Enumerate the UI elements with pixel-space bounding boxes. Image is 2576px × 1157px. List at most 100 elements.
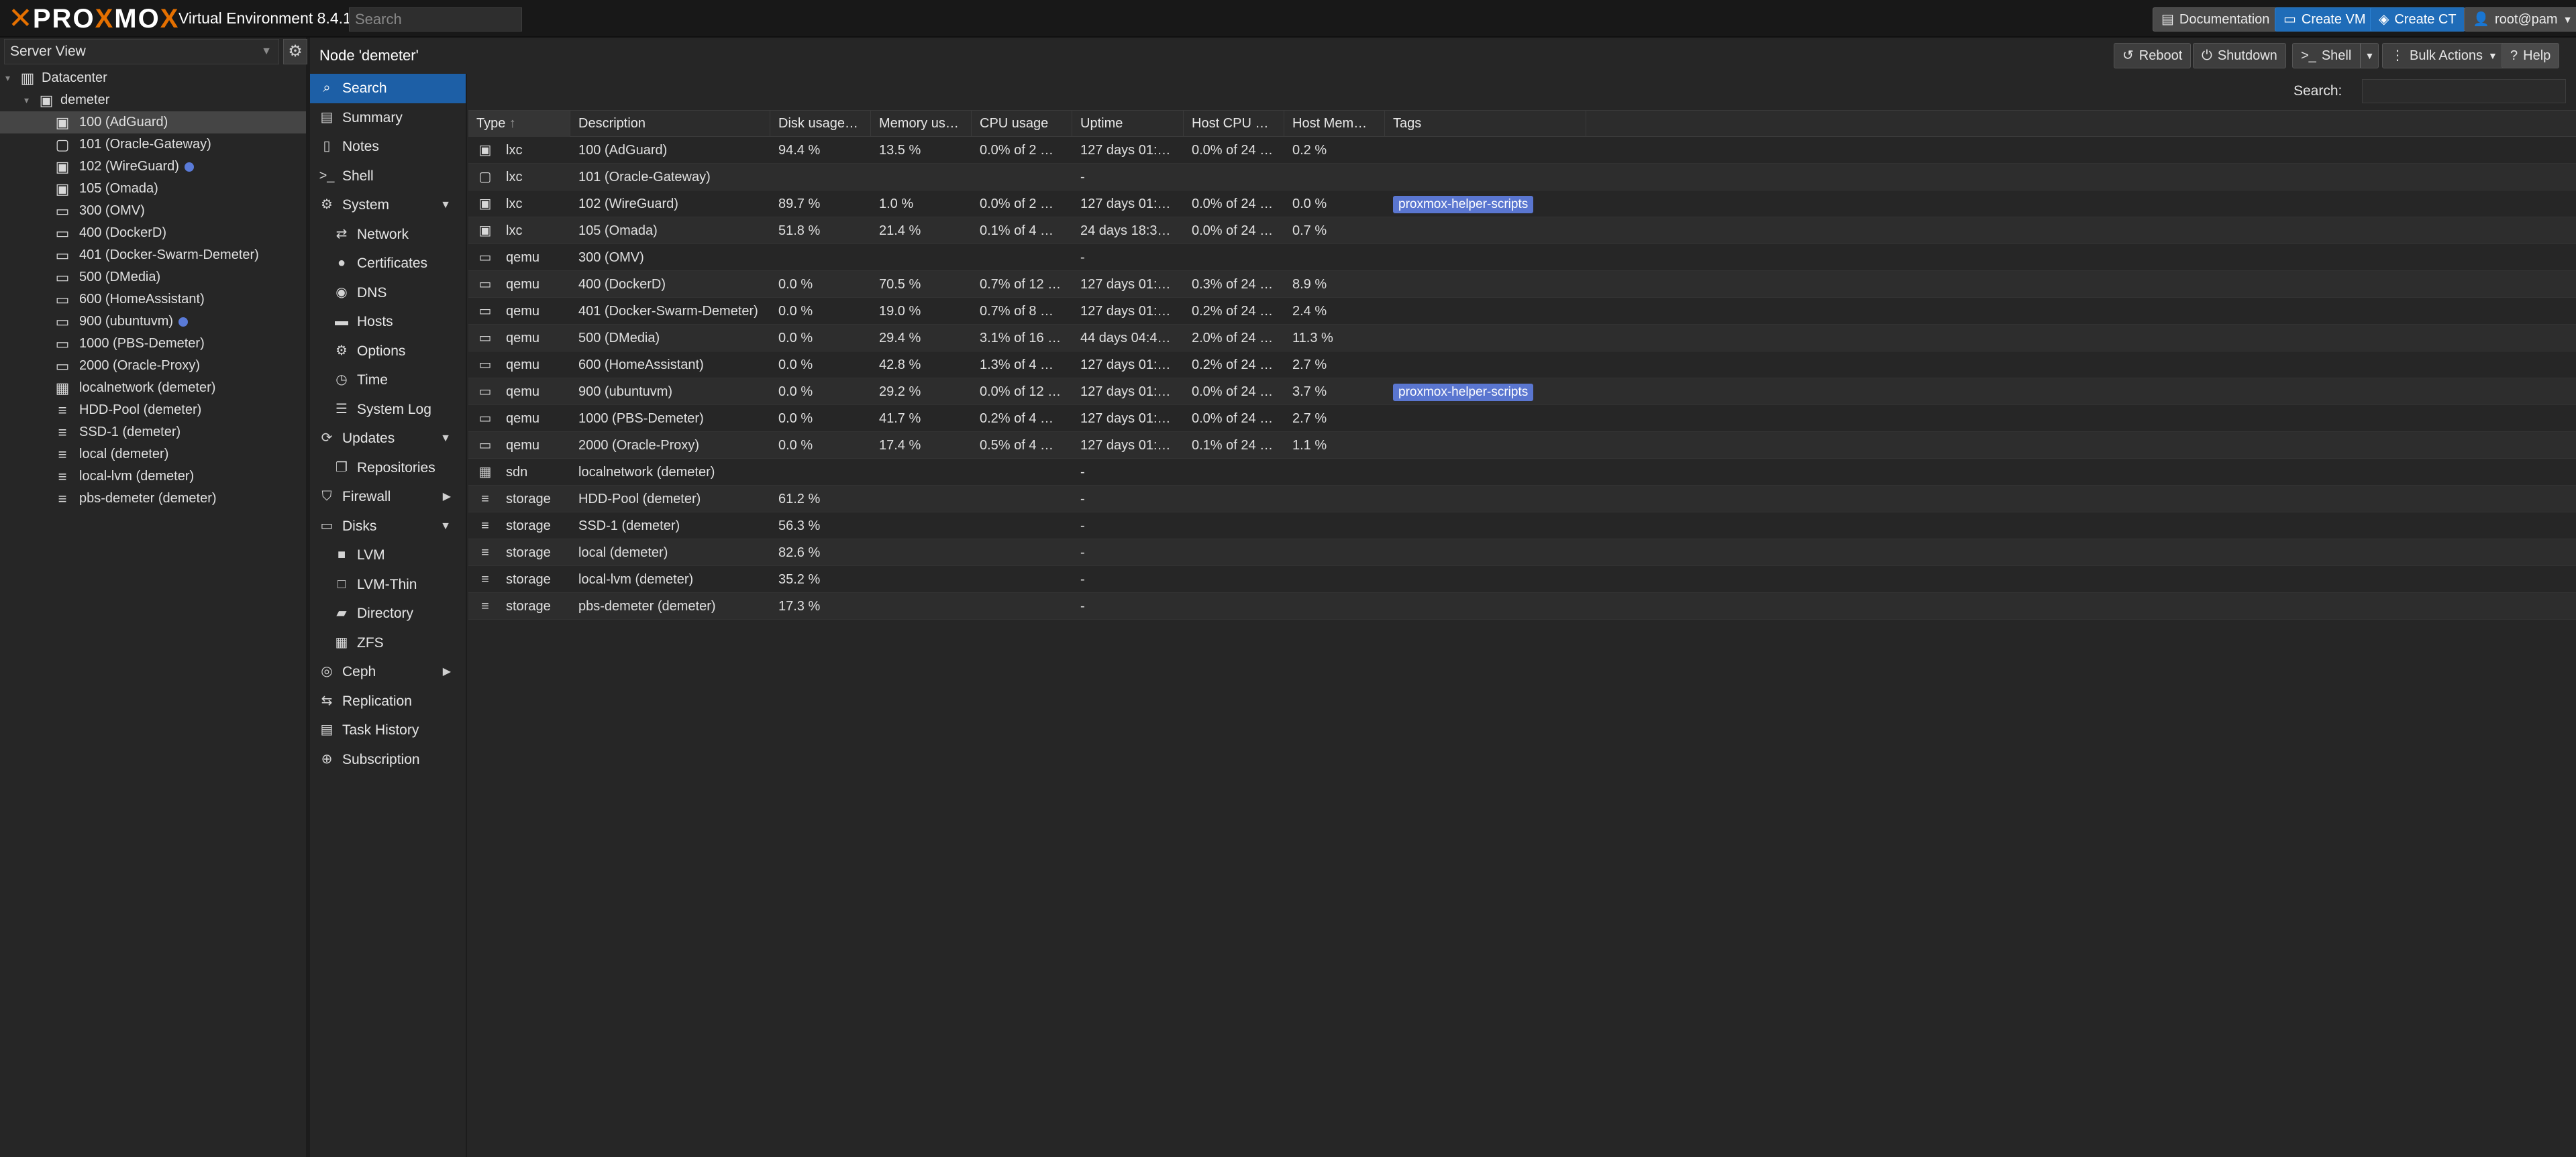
table-row[interactable]: ▭ qemu 400 (DockerD) 0.0 % 70.5 % 0.7% of 12 …: [468, 271, 2576, 298]
tree-item[interactable]: ≡ pbs-demeter (demeter): [0, 488, 306, 510]
help-button[interactable]: ? Help: [2502, 43, 2560, 68]
gear-icon[interactable]: ⚙: [283, 39, 307, 64]
tree-item[interactable]: ≡ SSD-1 (demeter): [0, 421, 306, 443]
table-row[interactable]: ▭ qemu 401 (Docker-Swarm-Demeter) 0.0 % 19.0…: [468, 298, 2576, 325]
table-row[interactable]: ≡ storage local (demeter) 82.6 % -: [468, 539, 2576, 566]
chevron-down-icon[interactable]: ▼: [2360, 44, 2374, 68]
table-row[interactable]: ▣ lxc 102 (WireGuard) 89.7 % 1.0 % 0.0% of 2 …: [468, 190, 2576, 217]
tree-item[interactable]: ▢ 101 (Oracle-Gateway): [0, 133, 306, 156]
nav-item-shell[interactable]: >_ Shell: [310, 162, 466, 191]
reboot-button[interactable]: ↺ Reboot: [2114, 43, 2192, 68]
table-row[interactable]: ≡ storage SSD-1 (demeter) 56.3 % -: [468, 512, 2576, 539]
tree-item[interactable]: ▣ 105 (Omada): [0, 178, 306, 200]
table-row[interactable]: ≡ storage HDD-Pool (demeter) 61.2 % -: [468, 486, 2576, 512]
nav-item-options[interactable]: ⚙ Options: [310, 337, 466, 366]
nav-item-zfs[interactable]: ▦ ZFS: [310, 628, 466, 658]
table-row[interactable]: ▭ qemu 1000 (PBS-Demeter) 0.0 % 41.7 % 0.2% o…: [468, 405, 2576, 432]
table-row[interactable]: ≡ storage pbs-demeter (demeter) 17.3 % -: [468, 593, 2576, 620]
tree-item[interactable]: ▣ 100 (AdGuard): [0, 111, 306, 133]
tree-item[interactable]: ▭ 401 (Docker-Swarm-Demeter): [0, 244, 306, 266]
nav-item-system-log[interactable]: ☰ System Log: [310, 395, 466, 425]
caret-down-icon[interactable]: ▼: [440, 424, 451, 453]
node-header: Node 'demeter' ↺ Reboot ⏻ Shutdown >_ Sh…: [310, 38, 2576, 74]
nav-item-disks[interactable]: ▭ Disks ▼: [310, 512, 466, 541]
create-ct-button[interactable]: ◈ Create CT: [2370, 7, 2465, 32]
column-header[interactable]: Disk usage…: [770, 111, 871, 137]
nav-item-task-history[interactable]: ▤ Task History: [310, 716, 466, 745]
create-vm-button[interactable]: ▭ Create VM: [2275, 7, 2375, 32]
nav-item-repositories[interactable]: ❐ Repositories: [310, 453, 466, 483]
nav-item-replication[interactable]: ⇆ Replication: [310, 687, 466, 716]
column-header[interactable]: Tags: [1385, 111, 1586, 137]
table-row[interactable]: ▭ qemu 2000 (Oracle-Proxy) 0.0 % 17.4 % 0.5% …: [468, 432, 2576, 459]
view-selector[interactable]: Server View ▼: [4, 39, 279, 64]
tree-item[interactable]: ≡ HDD-Pool (demeter): [0, 399, 306, 421]
tree-item[interactable]: ▭ 500 (DMedia): [0, 266, 306, 288]
nav-item-search[interactable]: ⌕ Search: [310, 74, 466, 103]
table-row[interactable]: ▣ lxc 105 (Omada) 51.8 % 21.4 % 0.1% of 4 … 24…: [468, 217, 2576, 244]
table-row[interactable]: ≡ storage local-lvm (demeter) 35.2 % -: [468, 566, 2576, 593]
proxmox-logo[interactable]: ✕ PROXMOX: [8, 4, 179, 34]
user-menu-button[interactable]: 👤 root@pam ▼: [2464, 7, 2576, 32]
documentation-button[interactable]: ▤ Documentation: [2153, 7, 2279, 32]
tree-item[interactable]: ▭ 600 (HomeAssistant): [0, 288, 306, 311]
tree-item[interactable]: ▭ 2000 (Oracle-Proxy): [0, 355, 306, 377]
tree-item[interactable]: ▦ localnetwork (demeter): [0, 377, 306, 399]
table-row[interactable]: ▭ qemu 600 (HomeAssistant) 0.0 % 42.8 % 1.3% …: [468, 351, 2576, 378]
tag-pill[interactable]: proxmox-helper-scripts: [1393, 383, 1534, 401]
chevron-down-icon[interactable]: ▾: [5, 67, 10, 89]
nav-item-firewall[interactable]: ⛉ Firewall ▶: [310, 482, 466, 512]
tree-item[interactable]: ▭ 1000 (PBS-Demeter): [0, 333, 306, 355]
column-header[interactable]: Memory us…: [871, 111, 972, 137]
column-header[interactable]: Description: [570, 111, 770, 137]
caret-down-icon[interactable]: ▼: [440, 512, 451, 541]
shell-button[interactable]: >_ Shell ▼: [2292, 43, 2379, 68]
nav-item-directory[interactable]: ▰ Directory: [310, 599, 466, 628]
nav-item-dns[interactable]: ◉ DNS: [310, 278, 466, 308]
nav-item-subscription[interactable]: ⊕ Subscription: [310, 745, 466, 775]
cell-type: ▭ qemu: [468, 325, 570, 351]
tree-item[interactable]: ▭ 300 (OMV): [0, 200, 306, 222]
bulk-actions-button[interactable]: ⋮ Bulk Actions ▼: [2382, 43, 2506, 68]
column-header[interactable]: Uptime: [1072, 111, 1184, 137]
nav-item-network[interactable]: ⇄ Network: [310, 220, 466, 250]
column-header[interactable]: Type ↑: [468, 111, 570, 137]
table-row[interactable]: ▣ lxc 100 (AdGuard) 94.4 % 13.5 % 0.0% of 2 ……: [468, 137, 2576, 164]
column-header[interactable]: Host CPU …: [1184, 111, 1284, 137]
cell-hcpu: 2.0% of 24 …: [1192, 331, 1274, 345]
cell-tag: [1385, 244, 1586, 271]
caret-down-icon[interactable]: ▼: [440, 190, 451, 220]
tree-item[interactable]: ▾ ▥ Datacenter: [0, 67, 306, 89]
chevron-down-icon[interactable]: ▾: [24, 89, 29, 111]
tree-item[interactable]: ≡ local (demeter): [0, 443, 306, 465]
column-header[interactable]: Host Mem…: [1284, 111, 1385, 137]
global-search-input[interactable]: Search: [349, 7, 522, 32]
nav-item-updates[interactable]: ⟳ Updates ▼: [310, 424, 466, 453]
tree-item[interactable]: ▣ 102 (WireGuard): [0, 156, 306, 178]
nav-item-certificates[interactable]: ● Certificates: [310, 249, 466, 278]
shutdown-button[interactable]: ⏻ Shutdown: [2193, 43, 2286, 68]
table-row[interactable]: ▭ qemu 500 (DMedia) 0.0 % 29.4 % 3.1% of 16 ……: [468, 325, 2576, 351]
nav-item-notes[interactable]: ▯ Notes: [310, 132, 466, 162]
table-row[interactable]: ▦ sdn localnetwork (demeter) -: [468, 459, 2576, 486]
table-row[interactable]: ▭ qemu 900 (ubuntuvm) 0.0 % 29.2 % 0.0% of 12…: [468, 378, 2576, 405]
caret-right-icon[interactable]: ▶: [443, 657, 451, 687]
nav-item-ceph[interactable]: ◎ Ceph ▶: [310, 657, 466, 687]
nav-item-summary[interactable]: ▤ Summary: [310, 103, 466, 133]
nav-item-time[interactable]: ◷ Time: [310, 366, 466, 395]
table-row[interactable]: ▢ lxc 101 (Oracle-Gateway) -: [468, 164, 2576, 190]
nav-item-system[interactable]: ⚙ System ▼: [310, 190, 466, 220]
nav-item-label: Subscription: [342, 751, 420, 767]
tree-item[interactable]: ▭ 400 (DockerD): [0, 222, 306, 244]
nav-item-hosts[interactable]: ▬ Hosts: [310, 307, 466, 337]
caret-right-icon[interactable]: ▶: [443, 482, 451, 512]
nav-item-lvm-thin[interactable]: □ LVM-Thin: [310, 570, 466, 600]
tree-item[interactable]: ▾ ▣ demeter: [0, 89, 306, 111]
search-input[interactable]: [2362, 79, 2566, 103]
nav-item-lvm[interactable]: ■ LVM: [310, 541, 466, 570]
column-header[interactable]: CPU usage: [972, 111, 1072, 137]
tree-item[interactable]: ≡ local-lvm (demeter): [0, 465, 306, 488]
tree-item[interactable]: ▭ 900 (ubuntuvm): [0, 311, 306, 333]
tag-pill[interactable]: proxmox-helper-scripts: [1393, 195, 1534, 213]
table-row[interactable]: ▭ qemu 300 (OMV) -: [468, 244, 2576, 271]
